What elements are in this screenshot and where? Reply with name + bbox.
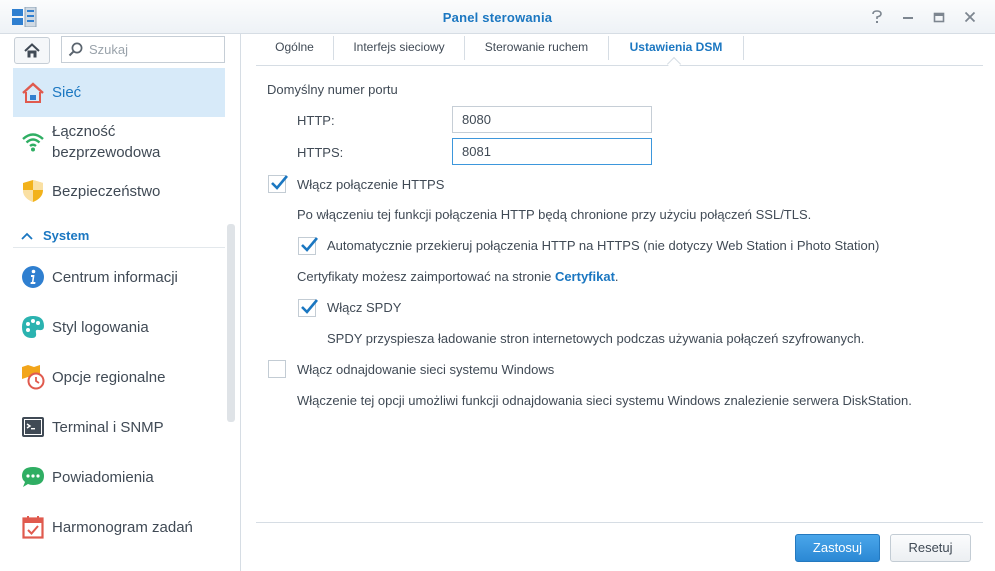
reset-button[interactable]: Resetuj xyxy=(890,534,971,562)
sidebar-item-label: Harmonogram zadań xyxy=(52,518,193,536)
maximize-icon[interactable] xyxy=(930,8,948,26)
tab-general[interactable]: Ogólne xyxy=(256,34,333,65)
sidebar-item-label: Styl logowania xyxy=(52,318,149,336)
checkmark-icon xyxy=(301,299,318,314)
chat-bubble-icon xyxy=(20,464,46,490)
sidebar-item-label: Terminal i SNMP xyxy=(52,418,164,436)
sidebar-item-wireless[interactable]: Łączność bezprzewodowa xyxy=(13,120,225,164)
https-label: HTTPS: xyxy=(297,145,344,160)
auto-redirect-checkbox[interactable] xyxy=(298,237,318,255)
sidebar-item-label: Sieć xyxy=(52,84,82,101)
http-label: HTTP: xyxy=(297,113,335,128)
windows-discovery-label: Włącz odnajdowanie sieci systemu Windows xyxy=(297,362,555,377)
help-icon[interactable] xyxy=(868,8,886,26)
sidebar-item-label: Bezpieczeństwo xyxy=(52,182,161,200)
title-bar: Panel sterowania xyxy=(0,0,995,34)
sidebar-item-label-line1: Łączność xyxy=(52,123,116,140)
sidebar: Sieć Łączność bezprzewodowa Bezpieczeńst… xyxy=(0,34,241,571)
https-port-field[interactable] xyxy=(452,138,652,165)
tab-bar: Ogólne Interfejs sieciowy Sterowanie ruc… xyxy=(256,34,983,72)
chevron-up-icon xyxy=(21,232,33,240)
checkmark-icon xyxy=(301,237,318,252)
footer-divider xyxy=(256,522,983,523)
home-icon xyxy=(24,42,40,57)
sidebar-item-login-style[interactable]: Styl logowania xyxy=(13,305,225,349)
sidebar-item-label: Łączność bezprzewodowa xyxy=(52,121,160,163)
search-input[interactable] xyxy=(89,42,219,57)
palette-icon xyxy=(20,314,46,340)
spdy-description: SPDY przyspiesza ładowanie stron interne… xyxy=(327,331,865,346)
info-icon xyxy=(20,264,46,290)
search-box[interactable] xyxy=(61,36,225,63)
sidebar-item-regional[interactable]: Opcje regionalne xyxy=(13,355,225,399)
https-description: Po włączeniu tej funkcji połączenia HTTP… xyxy=(297,207,812,222)
sidebar-scrollbar[interactable] xyxy=(227,224,235,422)
network-home-icon xyxy=(20,80,46,106)
sidebar-item-label: Centrum informacji xyxy=(52,268,178,286)
tab-network-interface[interactable]: Interfejs sieciowy xyxy=(334,34,464,65)
windows-discovery-checkbox[interactable] xyxy=(268,360,286,378)
checkmark-icon xyxy=(271,175,288,190)
section-header-label: System xyxy=(43,228,90,243)
windows-discovery-description: Włączenie tej opcji umożliwi funkcji odn… xyxy=(297,393,912,408)
certificate-link[interactable]: Certyfikat xyxy=(555,269,615,284)
search-icon xyxy=(68,42,83,57)
sidebar-item-task-scheduler[interactable]: Harmonogram zadań xyxy=(13,505,225,549)
tab-separator xyxy=(743,36,744,60)
calendar-icon xyxy=(20,514,46,540)
certificate-note: Certyfikaty możesz zaimportować na stron… xyxy=(297,269,619,284)
apply-button[interactable]: Zastosuj xyxy=(795,534,880,562)
sidebar-item-label: Opcje regionalne xyxy=(52,368,166,386)
http-port-field[interactable] xyxy=(452,106,652,133)
dsm-settings-panel: Domyślny numer portu HTTP: HTTPS: Włącz … xyxy=(256,66,983,522)
enable-spdy-label: Włącz SPDY xyxy=(327,300,402,315)
section-header-system[interactable]: System xyxy=(13,224,225,248)
certificate-text: Certyfikaty możesz zaimportować na stron… xyxy=(297,269,555,284)
sidebar-item-label: Powiadomienia xyxy=(52,468,154,486)
auto-redirect-label: Automatycznie przekieruj połączenia HTTP… xyxy=(327,238,880,253)
minimize-icon[interactable] xyxy=(899,8,917,26)
certificate-tail: . xyxy=(614,269,619,284)
sidebar-item-terminal[interactable]: Terminal i SNMP xyxy=(13,405,225,449)
regional-clock-icon xyxy=(20,364,46,390)
port-heading: Domyślny numer portu xyxy=(267,82,398,97)
terminal-icon xyxy=(20,414,46,440)
shield-icon xyxy=(20,178,46,204)
close-icon[interactable] xyxy=(961,8,979,26)
tab-traffic-control[interactable]: Sterowanie ruchem xyxy=(465,34,608,65)
home-button[interactable] xyxy=(14,37,50,64)
sidebar-item-security[interactable]: Bezpieczeństwo xyxy=(13,168,225,214)
sidebar-item-network[interactable]: Sieć xyxy=(13,68,225,117)
enable-https-label: Włącz połączenie HTTPS xyxy=(297,177,445,192)
sidebar-item-notifications[interactable]: Powiadomienia xyxy=(13,455,225,499)
wifi-icon xyxy=(20,129,46,155)
sidebar-item-info-center[interactable]: Centrum informacji xyxy=(13,255,225,299)
enable-spdy-checkbox[interactable] xyxy=(298,299,318,317)
sidebar-item-label-line2: bezprzewodowa xyxy=(52,144,161,161)
window-title: Panel sterowania xyxy=(442,10,553,25)
enable-https-checkbox[interactable] xyxy=(268,175,288,193)
